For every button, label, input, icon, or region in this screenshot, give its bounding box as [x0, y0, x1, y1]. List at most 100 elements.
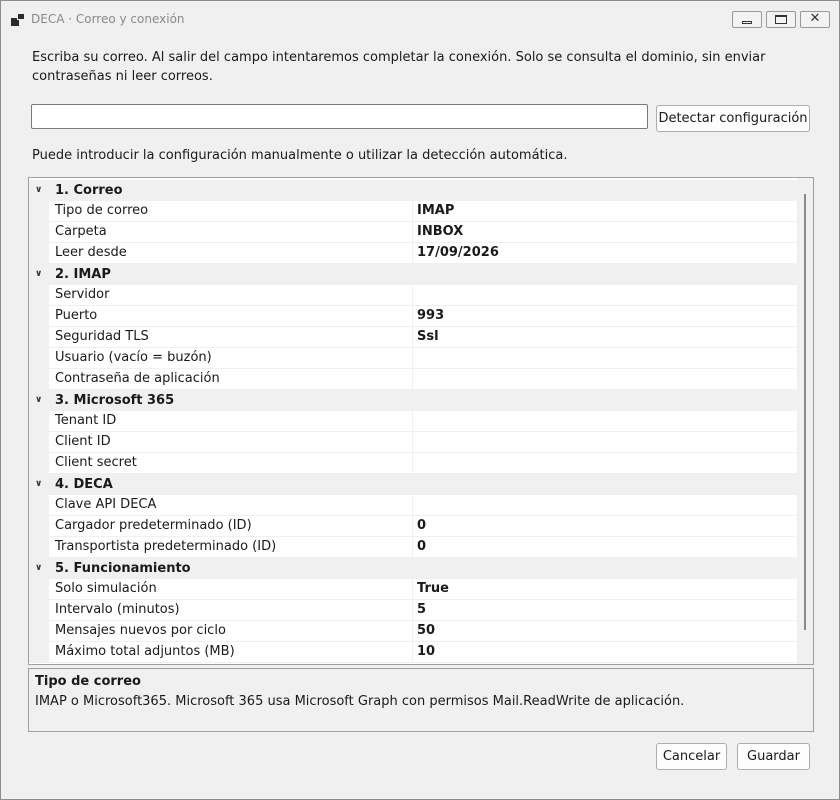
category-label: 4. DECA — [55, 477, 113, 492]
maximize-button[interactable] — [766, 11, 796, 28]
property-name: Contraseña de aplicación — [49, 369, 413, 390]
category-row[interactable]: ∨ 5. Funcionamiento — [29, 558, 797, 579]
row-gutter — [29, 243, 49, 264]
property-row[interactable]: Transportista predeterminado (ID) 0 — [29, 537, 797, 558]
row-gutter — [29, 222, 49, 243]
property-grid-rows: ∨ 1. Correo Tipo de correo IMAP Carpeta INBOX… — [29, 180, 797, 663]
chevron-down-icon[interactable]: ∨ — [35, 390, 47, 411]
property-row[interactable]: Puerto 993 — [29, 306, 797, 327]
chevron-down-icon[interactable]: ∨ — [35, 474, 47, 495]
property-value[interactable]: 0 — [413, 516, 797, 537]
property-row[interactable]: Mensajes nuevos por ciclo 50 — [29, 621, 797, 642]
property-value[interactable]: INBOX — [413, 222, 797, 243]
property-row[interactable]: Contraseña de aplicación — [29, 369, 797, 390]
row-gutter — [29, 201, 49, 222]
property-value[interactable] — [413, 411, 797, 432]
cancel-button[interactable]: Cancelar — [656, 743, 727, 770]
chevron-down-icon[interactable]: ∨ — [35, 264, 47, 285]
row-gutter — [29, 327, 49, 348]
property-name: Client secret — [49, 453, 413, 474]
category-row[interactable]: ∨ 4. DECA — [29, 474, 797, 495]
row-gutter — [29, 432, 49, 453]
property-value[interactable] — [413, 432, 797, 453]
property-value[interactable]: 50 — [413, 621, 797, 642]
property-row[interactable]: Usuario (vacío = buzón) — [29, 348, 797, 369]
property-name: Máximo total adjuntos (MB) — [49, 642, 413, 663]
detect-config-button[interactable]: Detectar configuración — [656, 105, 810, 132]
row-gutter — [29, 621, 49, 642]
settings-window: DECA · Correo y conexión ✕ Escriba su co… — [0, 0, 840, 800]
property-row[interactable]: Servidor — [29, 285, 797, 306]
category-row[interactable]: ∨ 1. Correo — [29, 180, 797, 201]
row-gutter — [29, 348, 49, 369]
property-row[interactable]: Clave API DECA — [29, 495, 797, 516]
app-icon — [11, 13, 25, 27]
chevron-down-icon[interactable]: ∨ — [35, 180, 47, 201]
intro-text: Escriba su correo. Al salir del campo in… — [32, 50, 766, 84]
vertical-scrollbar[interactable] — [797, 178, 813, 664]
category-label: 5. Funcionamiento — [55, 561, 191, 576]
property-name: Clave API DECA — [49, 495, 413, 516]
scrollbar-thumb[interactable] — [804, 194, 806, 630]
property-value[interactable] — [413, 285, 797, 306]
property-value[interactable] — [413, 453, 797, 474]
window-title: DECA · Correo y conexión — [31, 12, 185, 26]
property-value[interactable]: True — [413, 579, 797, 600]
property-name: Mensajes nuevos por ciclo — [49, 621, 413, 642]
property-row[interactable]: Tenant ID — [29, 411, 797, 432]
property-name: Solo simulación — [49, 579, 413, 600]
row-gutter — [29, 306, 49, 327]
property-value[interactable]: 10 — [413, 642, 797, 663]
row-gutter — [29, 537, 49, 558]
property-value[interactable]: 17/09/2026 — [413, 243, 797, 264]
property-row[interactable]: Seguridad TLS Ssl — [29, 327, 797, 348]
description-title: Tipo de correo — [35, 674, 141, 689]
property-grid[interactable]: ∨ 1. Correo Tipo de correo IMAP Carpeta INBOX… — [28, 177, 814, 665]
property-name: Seguridad TLS — [49, 327, 413, 348]
property-row[interactable]: Solo simulación True — [29, 579, 797, 600]
property-row[interactable]: Carpeta INBOX — [29, 222, 797, 243]
property-value[interactable]: Ssl — [413, 327, 797, 348]
property-name: Transportista predeterminado (ID) — [49, 537, 413, 558]
minimize-icon — [742, 21, 752, 24]
email-input[interactable] — [31, 104, 648, 129]
property-name: Intervalo (minutos) — [49, 600, 413, 621]
property-value[interactable] — [413, 495, 797, 516]
property-name: Puerto — [49, 306, 413, 327]
property-row[interactable]: Cargador predeterminado (ID) 0 — [29, 516, 797, 537]
close-button[interactable]: ✕ — [800, 11, 830, 28]
description-text: IMAP o Microsoft365. Microsoft 365 usa M… — [35, 694, 685, 709]
category-label: 3. Microsoft 365 — [55, 393, 175, 408]
property-value[interactable]: IMAP — [413, 201, 797, 222]
row-gutter — [29, 642, 49, 663]
property-name: Leer desde — [49, 243, 413, 264]
property-value[interactable] — [413, 369, 797, 390]
property-value[interactable]: 993 — [413, 306, 797, 327]
minimize-button[interactable] — [732, 11, 762, 28]
description-panel: Tipo de correo IMAP o Microsoft365. Micr… — [28, 668, 814, 732]
row-gutter — [29, 516, 49, 537]
property-row[interactable]: Tipo de correo IMAP — [29, 201, 797, 222]
save-button[interactable]: Guardar — [737, 743, 810, 770]
property-row[interactable]: Leer desde 17/09/2026 — [29, 243, 797, 264]
category-row[interactable]: ∨ 2. IMAP — [29, 264, 797, 285]
property-row[interactable]: Intervalo (minutos) 5 — [29, 600, 797, 621]
title-bar[interactable]: DECA · Correo y conexión ✕ — [1, 1, 839, 39]
row-gutter — [29, 600, 49, 621]
category-label: 2. IMAP — [55, 267, 111, 282]
property-name: Client ID — [49, 432, 413, 453]
property-name: Servidor — [49, 285, 413, 306]
property-row[interactable]: Client ID — [29, 432, 797, 453]
property-row[interactable]: Máximo total adjuntos (MB) 10 — [29, 642, 797, 663]
property-row[interactable]: Client secret — [29, 453, 797, 474]
property-name: Tenant ID — [49, 411, 413, 432]
property-value[interactable]: 5 — [413, 600, 797, 621]
close-icon: ✕ — [809, 11, 821, 26]
row-gutter — [29, 411, 49, 432]
property-name: Usuario (vacío = buzón) — [49, 348, 413, 369]
chevron-down-icon[interactable]: ∨ — [35, 558, 47, 579]
property-value[interactable] — [413, 348, 797, 369]
category-row[interactable]: ∨ 3. Microsoft 365 — [29, 390, 797, 411]
row-gutter — [29, 579, 49, 600]
property-value[interactable]: 0 — [413, 537, 797, 558]
